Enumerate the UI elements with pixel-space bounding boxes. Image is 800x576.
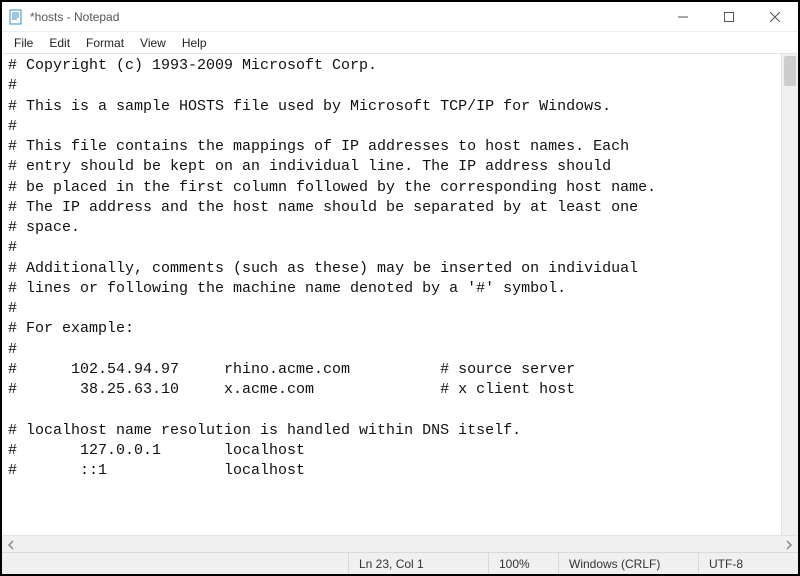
menu-view[interactable]: View [132, 34, 174, 52]
text-editor[interactable]: # Copyright (c) 1993-2009 Microsoft Corp… [2, 54, 798, 535]
status-encoding: UTF-8 [698, 553, 798, 574]
menu-edit[interactable]: Edit [41, 34, 78, 52]
vertical-scrollbar[interactable] [781, 54, 798, 535]
minimize-button[interactable] [660, 2, 706, 32]
maximize-button[interactable] [706, 2, 752, 32]
app-icon [8, 9, 24, 25]
menu-help[interactable]: Help [174, 34, 215, 52]
scroll-left-icon[interactable] [6, 539, 16, 549]
status-bar: Ln 23, Col 1 100% Windows (CRLF) UTF-8 [2, 552, 798, 574]
status-spacer [2, 553, 348, 574]
close-button[interactable] [752, 2, 798, 32]
horizontal-scrollbar[interactable] [2, 535, 798, 552]
menu-format[interactable]: Format [78, 34, 132, 52]
menu-file[interactable]: File [6, 34, 41, 52]
status-line-ending: Windows (CRLF) [558, 553, 698, 574]
window-title: *hosts - Notepad [30, 10, 119, 24]
scroll-right-icon[interactable] [784, 539, 794, 549]
status-zoom: 100% [488, 553, 558, 574]
editor-area: # Copyright (c) 1993-2009 Microsoft Corp… [2, 54, 798, 552]
status-position: Ln 23, Col 1 [348, 553, 488, 574]
menu-bar: File Edit Format View Help [2, 32, 798, 54]
vertical-scrollbar-thumb[interactable] [784, 56, 796, 86]
title-bar: *hosts - Notepad [2, 2, 798, 32]
